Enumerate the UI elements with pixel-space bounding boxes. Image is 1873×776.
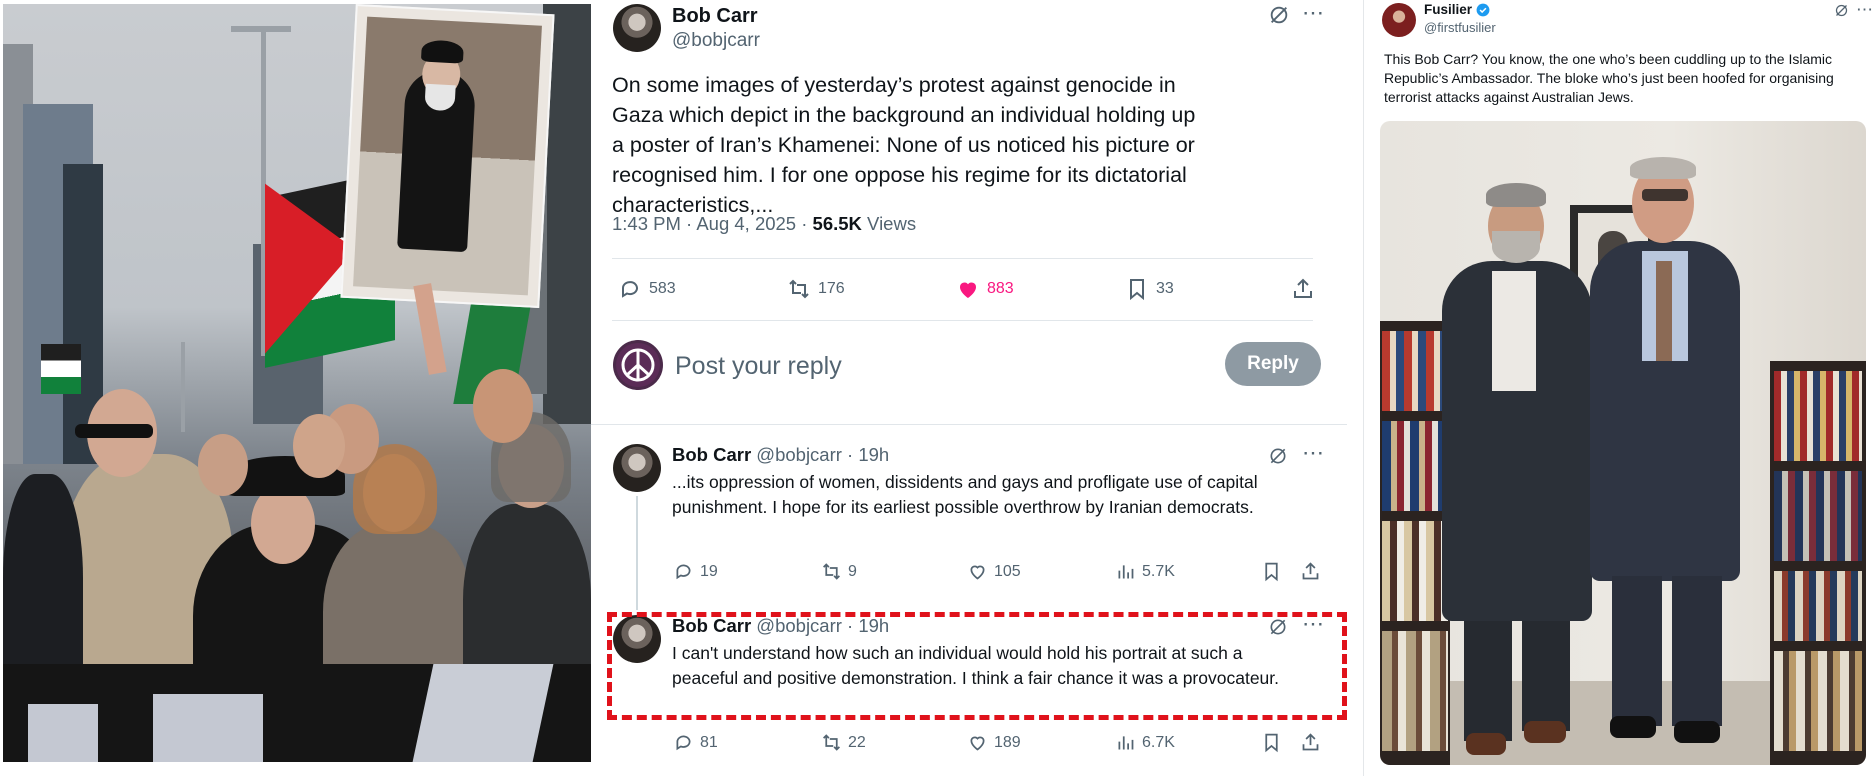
analytics-icon <box>1118 736 1134 750</box>
views-count: 5.7K <box>1142 562 1175 580</box>
reply-action[interactable]: 81 <box>673 732 718 753</box>
repost-action[interactable]: 9 <box>821 561 857 582</box>
author-name[interactable]: Fusilier <box>1424 2 1472 17</box>
share-action[interactable] <box>1300 732 1321 753</box>
protest-photo <box>3 4 591 762</box>
more-icon[interactable]: ⋯ <box>1302 2 1325 24</box>
analytics-icon <box>1118 565 1134 579</box>
views-action[interactable]: 5.7K <box>1115 561 1175 582</box>
author-name[interactable]: Bob Carr <box>672 5 758 28</box>
views-label: Views <box>861 213 917 234</box>
reply-action[interactable]: 583 <box>618 277 676 301</box>
like-action[interactable]: 105 <box>967 561 1021 582</box>
views-count: 6.7K <box>1142 733 1175 751</box>
avatar[interactable] <box>613 4 661 52</box>
more-icon[interactable]: ⋯ <box>1856 0 1873 20</box>
reply-count: 81 <box>700 733 718 751</box>
grok-icon[interactable] <box>1268 4 1290 30</box>
author-handle[interactable]: @firstfusilier <box>1424 20 1496 35</box>
ambassador-photo <box>1380 121 1866 765</box>
repost-action[interactable]: 22 <box>821 732 866 753</box>
repost-action[interactable]: 176 <box>787 277 845 301</box>
timestamp[interactable]: 1:43 PM · Aug 4, 2025 · <box>612 213 813 234</box>
tweet-text: On some images of yesterday’s protest ag… <box>612 73 1196 217</box>
grok-icon[interactable] <box>1268 446 1288 470</box>
reply-icon <box>676 564 691 580</box>
like-action[interactable]: 189 <box>967 732 1021 753</box>
reply-count: 19 <box>700 562 718 580</box>
share-action[interactable] <box>1291 277 1315 301</box>
views-count: 56.5K <box>812 213 862 234</box>
quote-text: This Bob Carr? You know, the one who’s b… <box>1384 51 1834 105</box>
reply-author[interactable]: Bob Carr @bobjcarr · 19h <box>672 444 889 466</box>
views-action[interactable]: 6.7K <box>1115 732 1175 753</box>
heart-icon <box>970 565 985 580</box>
heart-icon <box>970 736 985 751</box>
share-action[interactable] <box>1300 561 1321 582</box>
repost-count: 176 <box>818 280 845 297</box>
like-action[interactable]: 883 <box>956 277 1014 301</box>
heart-icon <box>960 282 976 298</box>
bookmark-action[interactable] <box>1261 561 1282 582</box>
share-icon <box>1302 733 1319 751</box>
like-count: 105 <box>994 562 1021 580</box>
reply-text: ...its oppression of women, dissidents a… <box>672 472 1258 517</box>
author-name-row[interactable]: Fusilier <box>1424 2 1490 17</box>
peace-icon <box>616 343 660 387</box>
reply-icon <box>676 735 691 751</box>
reply-author-name[interactable]: Bob Carr <box>672 444 751 465</box>
repost-icon <box>823 563 840 580</box>
reply-input[interactable]: Post your reply <box>675 352 842 381</box>
repost-count: 22 <box>848 733 866 751</box>
reply-count: 583 <box>649 280 676 297</box>
tweet-meta: 1:43 PM · Aug 4, 2025 · 56.5K Views <box>612 213 916 235</box>
bookmark-icon <box>1265 733 1278 753</box>
reply-action[interactable]: 19 <box>673 561 718 582</box>
highlight-box <box>607 612 1347 720</box>
bookmark-icon <box>1130 279 1144 301</box>
user-avatar[interactable] <box>613 340 663 390</box>
portrait-poster <box>340 4 555 309</box>
reply-icon <box>622 281 638 298</box>
verified-icon <box>1476 3 1490 16</box>
share-icon <box>1302 562 1319 580</box>
reply-author-handle[interactable]: @bobjcarr · 19h <box>756 444 889 465</box>
bookmark-action[interactable]: 33 <box>1125 277 1174 301</box>
bookmark-icon <box>1265 562 1278 582</box>
share-icon <box>1294 278 1312 298</box>
bookmark-action[interactable] <box>1261 732 1282 753</box>
repost-icon <box>789 279 809 299</box>
author-handle[interactable]: @bobjcarr <box>672 30 760 52</box>
avatar[interactable] <box>1382 3 1416 37</box>
repost-count: 9 <box>848 562 857 580</box>
repost-icon <box>823 734 840 751</box>
reply-button[interactable]: Reply <box>1225 342 1321 386</box>
like-count: 189 <box>994 733 1021 751</box>
more-icon[interactable]: ⋯ <box>1302 442 1324 464</box>
avatar[interactable] <box>613 444 661 492</box>
grok-icon[interactable] <box>1834 3 1849 23</box>
like-count: 883 <box>987 280 1014 297</box>
bookmark-count: 33 <box>1156 280 1174 297</box>
